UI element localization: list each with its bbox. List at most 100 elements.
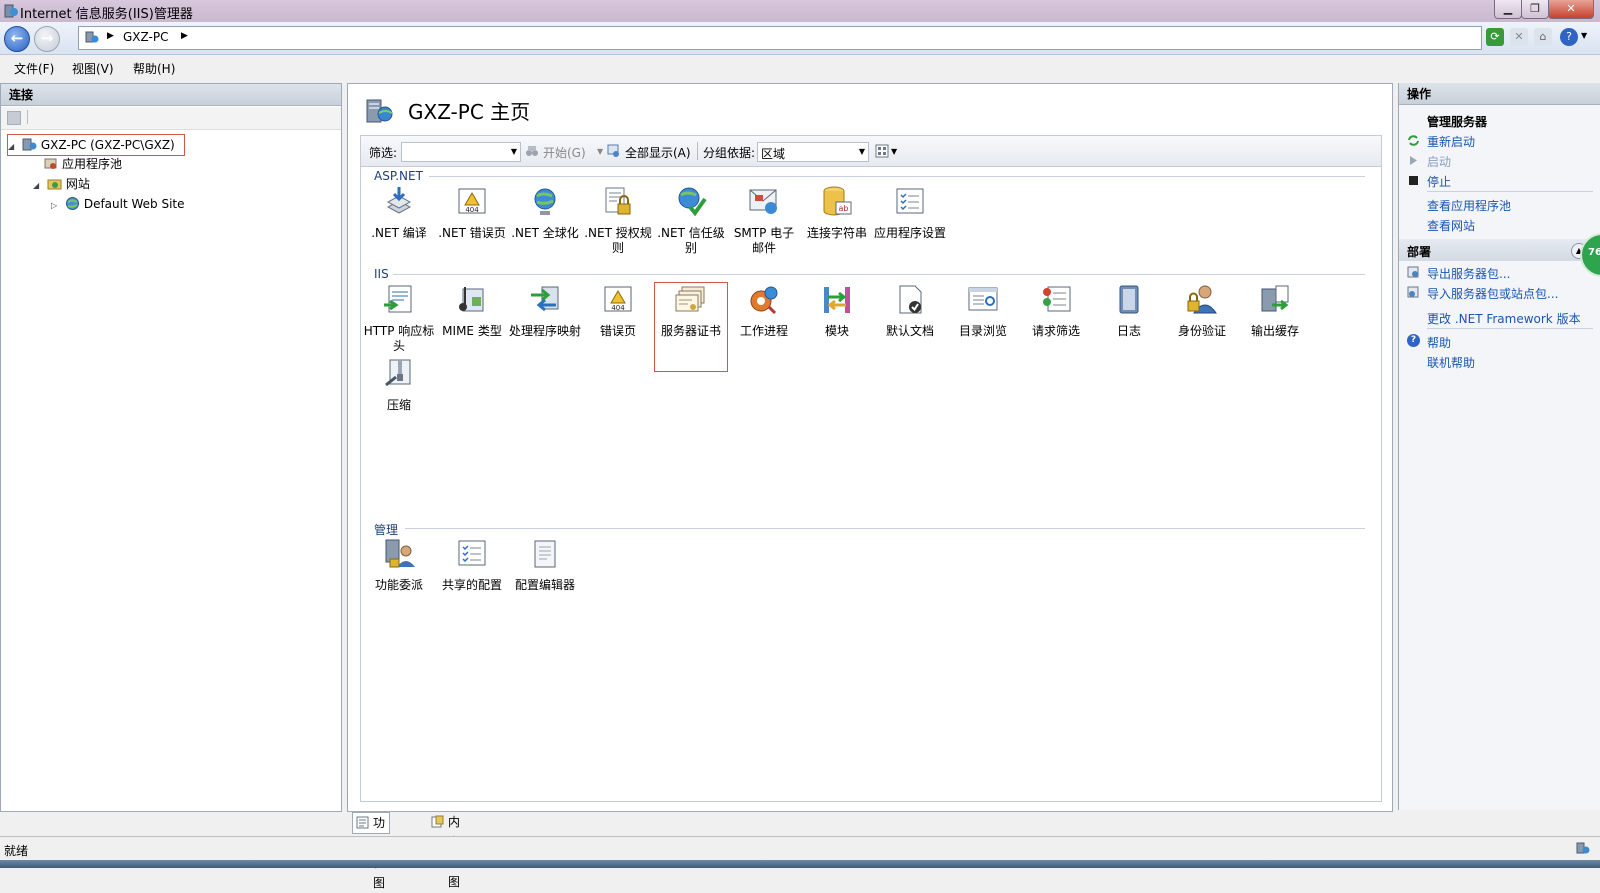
chevron-right-icon[interactable]: ▶ [181, 31, 188, 41]
breadcrumb-server[interactable]: GXZ-PC [123, 30, 168, 44]
feature-label: 工作进程 [739, 324, 788, 338]
tab-features-view[interactable]: 功能视图 [352, 812, 391, 890]
feature-net-compilation[interactable]: .NET 编译 [363, 185, 435, 273]
request-filtering-icon [1043, 286, 1071, 312]
group-by-select[interactable]: 区域 ▼ [757, 142, 869, 162]
feature-server-certificates[interactable]: 服务器证书 [654, 282, 728, 372]
database-icon: ab [823, 186, 852, 216]
home-icon[interactable]: ⌂ [1534, 28, 1552, 46]
close-button[interactable]: ✕ [1548, 0, 1594, 19]
help-link[interactable]: 帮助 [1427, 334, 1451, 351]
tree-node-app-pools[interactable]: 应用程序池 [43, 154, 122, 174]
actions-panel: 操作 管理服务器 重新启动 启动 停止 查看应用程序池 查看网站 部署 ▲ 导出… [1398, 83, 1600, 810]
menu-file[interactable]: 文件(F) [14, 60, 54, 77]
authorization-icon [605, 187, 631, 215]
restart-link[interactable]: 重新启动 [1427, 133, 1475, 150]
minimize-button[interactable]: ▁ [1494, 0, 1522, 19]
server-icon [85, 31, 99, 43]
feature-directory-browsing[interactable]: 目录浏览 [947, 283, 1019, 371]
feature-default-document[interactable]: 默认文档 [874, 283, 946, 371]
change-framework-link[interactable]: 更改 .NET Framework 版本 [1427, 310, 1581, 327]
feature-label: 错误页 [599, 324, 636, 338]
tree-node-server[interactable]: ◢ GXZ-PC (GXZ-PC\GXZ) [7, 134, 185, 156]
view-app-pools-link[interactable]: 查看应用程序池 [1427, 197, 1511, 214]
feature-error-pages[interactable]: 404 错误页 [582, 283, 654, 371]
feature-app-settings[interactable]: 应用程序设置 [874, 185, 946, 273]
feature-configuration-editor[interactable]: 配置编辑器 [509, 537, 581, 625]
chevron-down-icon[interactable]: ▼ [859, 147, 865, 156]
online-help-link[interactable]: 联机帮助 [1427, 354, 1475, 371]
stop-link[interactable]: 停止 [1427, 173, 1451, 190]
feature-label: SMTP 电子邮件 [733, 226, 795, 255]
feature-modules[interactable]: 模块 [801, 283, 873, 371]
feature-authentication[interactable]: 身份验证 [1166, 283, 1238, 371]
tab-content-view[interactable]: 内容视图 [428, 812, 464, 889]
chevron-right-icon[interactable]: ▶ [107, 31, 114, 41]
chevron-down-icon[interactable]: ▼ [597, 147, 603, 156]
expand-icon[interactable]: ◢ [8, 137, 18, 157]
feature-request-filtering[interactable]: 请求筛选 [1020, 283, 1092, 371]
server-status-icon [1576, 842, 1590, 854]
tree-node-default-web-site-label: Default Web Site [83, 197, 185, 211]
feature-label: HTTP 响应标头 [363, 324, 435, 353]
refresh-icon[interactable]: ⟳ [1486, 28, 1504, 46]
chevron-down-icon[interactable]: ▼ [1581, 31, 1587, 40]
trust-level-icon [678, 187, 707, 217]
show-all-button[interactable]: 全部显示(A) [625, 144, 691, 161]
back-button[interactable]: ← [4, 26, 30, 52]
menu-bar: 文件(F) 视图(V) 帮助(H) [0, 55, 1600, 79]
globe-icon [65, 197, 79, 210]
go-button[interactable]: 开始(G) [543, 144, 586, 161]
feature-net-error-pages[interactable]: 404 .NET 错误页 [436, 185, 508, 273]
expand-icon[interactable]: ◢ [33, 176, 43, 196]
forward-button[interactable]: → [34, 26, 60, 52]
feature-net-trust-levels[interactable]: .NET 信任级别 [655, 185, 727, 273]
filter-input[interactable]: ▼ [401, 142, 521, 162]
config-editor-icon [534, 540, 556, 568]
feature-compression[interactable]: 压缩 [363, 357, 435, 445]
menu-help[interactable]: 帮助(H) [133, 60, 175, 77]
feature-output-caching[interactable]: 输出缓存 [1239, 283, 1311, 371]
feature-mime-types[interactable]: MIME 类型 [436, 283, 508, 371]
deploy-heading: 部署 [1407, 245, 1432, 259]
feature-label: 输出缓存 [1250, 324, 1299, 338]
help-icon[interactable]: ? [1560, 28, 1578, 46]
output-cache-icon [1261, 285, 1289, 312]
feature-label: .NET 授权规则 [584, 226, 652, 255]
feature-label: MIME 类型 [442, 324, 502, 338]
feature-net-authorization[interactable]: .NET 授权规则 [582, 185, 654, 273]
feature-shared-configuration[interactable]: 共享的配置 [436, 537, 508, 625]
delegation-icon [385, 539, 415, 568]
globe-icon [534, 188, 556, 215]
section-divider [393, 274, 1365, 275]
feature-smtp-email[interactable]: SMTP 电子邮件 [728, 185, 800, 273]
svg-text:ab: ab [839, 204, 849, 213]
view-mode-icon[interactable] [875, 144, 889, 158]
chevron-down-icon[interactable]: ▼ [511, 147, 517, 156]
feature-logging[interactable]: 日志 [1093, 283, 1165, 371]
address-field[interactable]: ▶ GXZ-PC ▶ [78, 26, 1482, 50]
title-bar: Internet 信息服务(IIS)管理器 ▁ ❐ ✕ [0, 0, 1600, 22]
stop-icon[interactable]: ✕ [1510, 28, 1528, 46]
tree-node-sites[interactable]: ◢ 网站 [33, 174, 90, 194]
help-icon: ? [1407, 334, 1420, 347]
import-package-link[interactable]: 导入服务器包或站点包... [1427, 285, 1558, 302]
menu-view[interactable]: 视图(V) [72, 60, 114, 77]
feature-connection-strings[interactable]: ab 连接字符串 [801, 185, 873, 273]
feature-net-globalization[interactable]: .NET 全球化 [509, 185, 581, 273]
connect-icon[interactable] [7, 111, 21, 125]
tree-node-default-web-site[interactable]: ▷ Default Web Site [51, 194, 185, 214]
view-sites-link[interactable]: 查看网站 [1427, 217, 1475, 234]
export-package-link[interactable]: 导出服务器包... [1427, 265, 1510, 282]
collapse-icon[interactable]: ▷ [51, 196, 61, 216]
feature-handler-mappings[interactable]: 处理程序映射 [509, 283, 581, 371]
start-link[interactable]: 启动 [1427, 153, 1451, 170]
feature-worker-processes[interactable]: 工作进程 [728, 283, 800, 371]
group-by-label: 分组依据: [703, 146, 756, 160]
feature-delegation[interactable]: 功能委派 [363, 537, 435, 625]
feature-label: 身份验证 [1177, 324, 1226, 338]
maximize-button[interactable]: ❐ [1521, 0, 1549, 19]
actions-divider [1427, 328, 1593, 329]
chevron-down-icon[interactable]: ▼ [891, 147, 897, 156]
toolbar-divider [27, 110, 28, 124]
